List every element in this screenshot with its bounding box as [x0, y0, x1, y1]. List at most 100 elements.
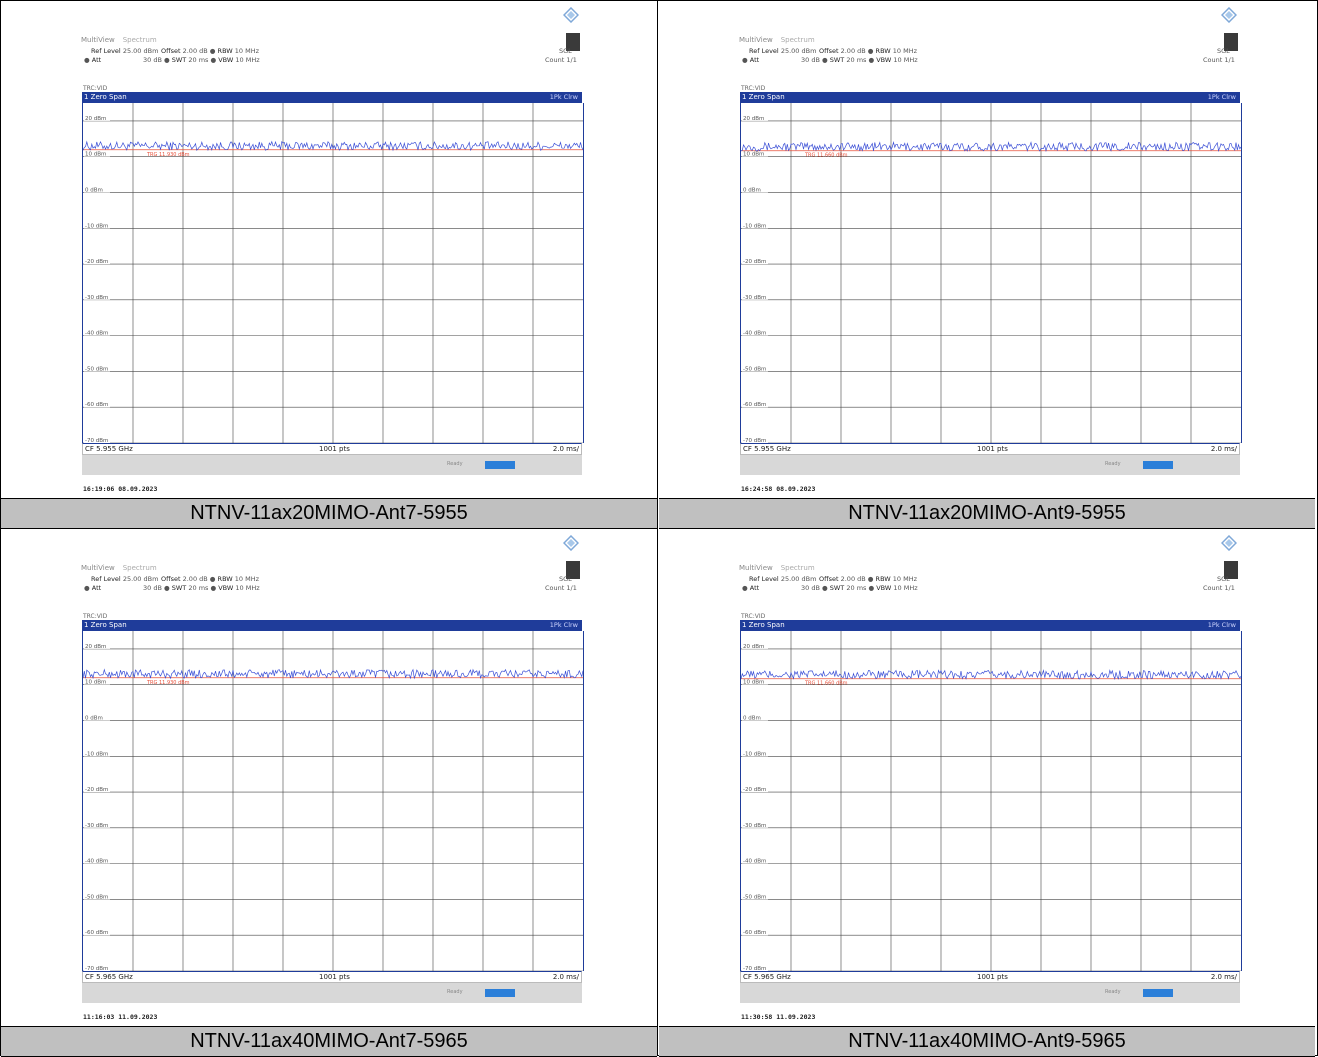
y-tick-label: -40 dBm [743, 859, 766, 865]
vbw-label: VBW [218, 56, 234, 64]
rs-logo-icon [563, 7, 579, 23]
analyzer-screenshot: MultiView Spectrum Ref Level 25.00 dBm Of… [3, 3, 655, 497]
analyzer-screenshot: MultiView Spectrum Ref Level 25.00 dBm Of… [661, 3, 1313, 497]
y-tick-label: -60 dBm [743, 930, 766, 936]
y-tick-label: -10 dBm [85, 223, 108, 229]
y-tick-label: -30 dBm [743, 295, 766, 301]
y-tick-label: 20 dBm [743, 116, 764, 122]
center-frequency: CF 5.955 GHz [743, 445, 791, 453]
progress-bar [485, 461, 515, 469]
y-tick-label: -10 dBm [85, 751, 108, 757]
y-tick-label: -30 dBm [85, 823, 108, 829]
cell-caption: NTNV-11ax40MIMO-Ant9-5965 [659, 1026, 1315, 1057]
tab-multiview[interactable]: MultiView [739, 564, 773, 572]
offset-label: Offset [161, 47, 181, 55]
sweep-points: 1001 pts [977, 973, 1008, 981]
offset-label: Offset [161, 575, 181, 583]
y-tick-label: -10 dBm [743, 223, 766, 229]
rbw-value: 10 MHz [234, 47, 260, 55]
tab-spectrum[interactable]: Spectrum [123, 36, 157, 44]
y-tick-label: 20 dBm [85, 644, 106, 650]
status-text: Ready [1105, 989, 1121, 995]
cell-caption: NTNV-11ax20MIMO-Ant7-5955 [1, 498, 657, 529]
swt-label: SWT [171, 56, 187, 64]
rbw-label: RBW [875, 47, 891, 55]
analyzer-screenshot: MultiView Spectrum Ref Level 25.00 dBm Of… [661, 531, 1313, 1025]
y-tick-label: -50 dBm [743, 366, 766, 372]
att-label: Att [749, 56, 760, 64]
y-tick-label: -20 dBm [743, 259, 766, 265]
rs-logo-icon [1221, 7, 1237, 23]
center-frequency: CF 5.965 GHz [85, 973, 133, 981]
offset-value: 2.00 dB [182, 575, 208, 583]
tab-spectrum[interactable]: Spectrum [123, 564, 157, 572]
count-label: Count 1/1 [1203, 584, 1235, 592]
swt-value: 20 ms [846, 584, 867, 592]
result-cell: MultiView Spectrum Ref Level 25.00 dBm Of… [1, 1, 657, 529]
zero-span-label: 1 Zero Span [84, 621, 127, 629]
threshold-label: TRG 11.930 dBm [146, 152, 190, 158]
cell-caption: NTNV-11ax40MIMO-Ant7-5965 [1, 1026, 657, 1057]
tab-spectrum[interactable]: Spectrum [781, 564, 815, 572]
att-value: 30 dB [801, 584, 820, 592]
swt-label: SWT [829, 584, 845, 592]
progress-bar [485, 989, 515, 997]
y-tick-label: -50 dBm [85, 366, 108, 372]
y-tick-label: -20 dBm [85, 259, 108, 265]
offset-value: 2.00 dB [840, 575, 866, 583]
time-per-division: 2.0 ms/ [552, 973, 579, 981]
tab-multiview[interactable]: MultiView [739, 36, 773, 44]
offset-label: Offset [819, 47, 839, 55]
y-tick-label: -40 dBm [743, 331, 766, 337]
att-value: 30 dB [801, 56, 820, 64]
plot-footer: CF 5.955 GHz 1001 pts 2.0 ms/ [82, 443, 582, 455]
sgl-label: SGL [1217, 47, 1230, 55]
time-per-division: 2.0 ms/ [1210, 445, 1237, 453]
center-frequency: CF 5.955 GHz [85, 445, 133, 453]
y-tick-label: -40 dBm [85, 331, 108, 337]
y-tick-label: 0 dBm [743, 187, 761, 193]
trace-plot: 20 dBm 10 dBm 0 dBm -10 dBm -20 dBm -30 dBm -4… [83, 103, 583, 443]
vbw-label: VBW [876, 56, 892, 64]
zero-span-header: 1 Zero Span 1Pk Clrw [82, 92, 582, 103]
tab-multiview[interactable]: MultiView [81, 36, 115, 44]
plot-footer: CF 5.965 GHz 1001 pts 2.0 ms/ [82, 971, 582, 983]
y-tick-label: 10 dBm [85, 152, 106, 158]
swt-label: SWT [829, 56, 845, 64]
trace-mode-label: TRC:VID [83, 85, 108, 92]
trace-detector-label: 1Pk Clrw [549, 93, 578, 101]
analyzer-screenshot: MultiView Spectrum Ref Level 25.00 dBm Of… [3, 531, 655, 1025]
ref-level-label: Ref Level [749, 47, 779, 55]
plot-area: 20 dBm 10 dBm 0 dBm -10 dBm -20 dBm -30 dBm -4… [740, 103, 1242, 443]
swt-value: 20 ms [188, 56, 209, 64]
status-text: Ready [1105, 461, 1121, 467]
att-label: Att [91, 56, 102, 64]
y-tick-label: -30 dBm [743, 823, 766, 829]
zero-span-label: 1 Zero Span [742, 621, 785, 629]
plot-area: 20 dBm 10 dBm 0 dBm -10 dBm -20 dBm -30 dBm -4… [82, 631, 584, 971]
y-tick-label: -50 dBm [85, 894, 108, 900]
result-cell: MultiView Spectrum Ref Level 25.00 dBm Of… [659, 1, 1315, 529]
trace-detector-label: 1Pk Clrw [1207, 621, 1236, 629]
tab-spectrum[interactable]: Spectrum [781, 36, 815, 44]
ref-level-label: Ref Level [91, 47, 121, 55]
sweep-points: 1001 pts [319, 445, 350, 453]
vbw-value: 10 MHz [235, 56, 260, 64]
rbw-label: RBW [217, 575, 233, 583]
swt-label: SWT [171, 584, 187, 592]
sgl-label: SGL [1217, 575, 1230, 583]
ref-level-value: 25.00 dBm [122, 47, 159, 55]
vbw-value: 10 MHz [893, 56, 918, 64]
sweep-points: 1001 pts [977, 445, 1008, 453]
y-tick-label: 0 dBm [743, 715, 761, 721]
y-tick-label: -60 dBm [743, 402, 766, 408]
threshold-label: TRG 11.660 dBm [804, 681, 848, 687]
plot-footer: CF 5.955 GHz 1001 pts 2.0 ms/ [740, 443, 1240, 455]
timestamp: 16:24:58 08.09.2023 [741, 485, 816, 493]
result-cell: MultiView Spectrum Ref Level 25.00 dBm Of… [1, 529, 657, 1057]
y-tick-label: -60 dBm [85, 402, 108, 408]
plot-area: 20 dBm 10 dBm 0 dBm -10 dBm -20 dBm -30 dBm -4… [82, 103, 584, 443]
tab-multiview[interactable]: MultiView [81, 564, 115, 572]
y-tick-label: -50 dBm [743, 894, 766, 900]
swt-value: 20 ms [846, 56, 867, 64]
